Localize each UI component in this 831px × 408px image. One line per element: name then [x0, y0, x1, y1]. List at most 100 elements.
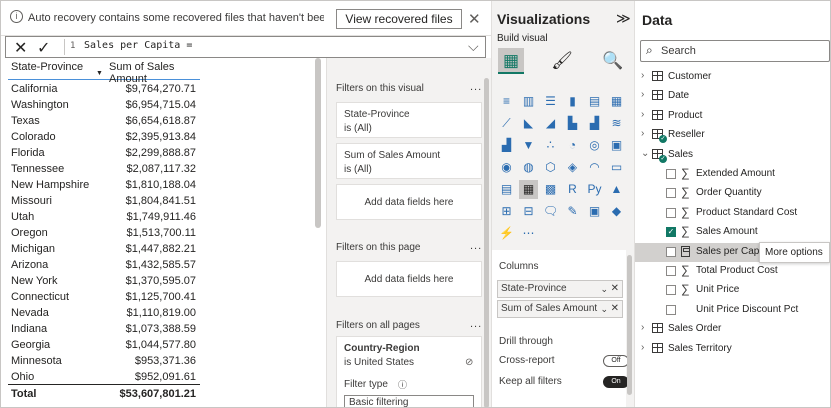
scatter-chart-icon[interactable]: ∴ — [541, 136, 560, 155]
chevron-down-icon[interactable]: ⌄ — [600, 301, 608, 317]
table-visual[interactable]: State-Province Sum of Sales Amount ▼ Cal… — [8, 58, 200, 402]
qa-icon[interactable]: 🗨 — [541, 202, 560, 221]
more-icon[interactable]: ⋯ — [519, 224, 538, 243]
treemap-icon[interactable]: ▣ — [607, 136, 626, 155]
table-row[interactable]: Oregon $1,513,700.11 — [8, 224, 200, 240]
matrix-icon[interactable]: ▩ — [541, 180, 560, 199]
add-data-fields-visual[interactable]: Add data fields here — [336, 184, 482, 220]
field-checkbox[interactable] — [666, 188, 676, 199]
formula-input[interactable]: Sales per Capita = — [84, 40, 192, 51]
table-node-sales[interactable]: ⌄ ✓ Sales — [635, 146, 830, 165]
field-checkbox[interactable] — [666, 285, 676, 296]
remove-field-icon[interactable]: ✕ — [611, 301, 619, 317]
table-row[interactable]: Utah $1,749,911.46 — [8, 208, 200, 224]
table-node-sales-order[interactable]: › Sales Order — [635, 320, 830, 339]
visualizations-scrollbar[interactable] — [627, 255, 632, 395]
format-visual-tab-icon[interactable]: 🖌 — [549, 48, 575, 74]
chevron-right-icon[interactable]: › — [641, 109, 644, 120]
table-row[interactable]: Ohio $952,091.61 — [8, 368, 200, 384]
table-row[interactable]: Florida $2,299,888.87 — [8, 144, 200, 160]
more-options-icon[interactable]: ... — [470, 240, 482, 252]
kpi-icon[interactable]: ▲ — [607, 180, 626, 199]
paginated-report-icon[interactable]: ▣ — [585, 202, 604, 221]
column-header-state[interactable]: State-Province — [11, 61, 83, 73]
field-product-standard-cost[interactable]: ∑ Product Standard Cost — [635, 204, 830, 223]
100-bar-chart-icon[interactable]: ▤ — [585, 92, 604, 111]
chevron-right-icon[interactable]: › — [641, 322, 644, 333]
table-node-reseller[interactable]: › ✓ Reseller — [635, 126, 830, 145]
r-visual-icon[interactable]: R — [563, 180, 582, 199]
field-sales-per-capita[interactable]: Sales per Capita — [635, 242, 770, 262]
python-visual-icon[interactable]: Py — [585, 180, 604, 199]
shape-map-icon[interactable]: ⬡ — [541, 158, 560, 177]
field-checkbox[interactable] — [666, 246, 676, 257]
table-node-sales-territory[interactable]: › Sales Territory — [635, 340, 830, 359]
power-automate-icon[interactable]: ⚡ — [497, 224, 516, 243]
chevron-right-icon[interactable]: › — [641, 70, 644, 81]
filter-type-select[interactable]: Basic filtering — [344, 395, 474, 408]
pie-chart-icon[interactable]: ◔ — [563, 136, 582, 155]
table-row[interactable]: Indiana $1,073,388.59 — [8, 320, 200, 336]
sort-descending-icon[interactable]: ▼ — [96, 70, 103, 77]
ribbon-chart-icon[interactable]: ≋ — [607, 114, 626, 133]
cancel-formula-icon[interactable]: ✕ — [14, 38, 27, 58]
table-scrollbar[interactable] — [315, 58, 321, 228]
smart-narrative-icon[interactable]: ✎ — [563, 202, 582, 221]
well-sum-of-sales[interactable]: Sum of Sales Amount ⌄ ✕ — [497, 300, 623, 318]
well-state-province[interactable]: State-Province ⌄ ✕ — [497, 280, 623, 298]
add-data-fields-page[interactable]: Add data fields here — [336, 261, 482, 297]
more-options-icon[interactable]: ... — [470, 81, 482, 93]
close-icon[interactable]: ✕ — [468, 10, 481, 28]
field-total-product-cost[interactable]: ∑ Total Product Cost — [635, 262, 830, 281]
field-checkbox[interactable] — [666, 207, 676, 218]
map-icon[interactable]: ◉ — [497, 158, 516, 177]
chevron-down-icon[interactable]: ⌄ — [600, 281, 608, 297]
field-checkbox[interactable]: ✓ — [666, 227, 676, 238]
stacked-bar-chart-icon[interactable]: ≡ — [497, 92, 516, 111]
search-input[interactable]: ⌕ Search — [640, 40, 830, 62]
collapse-pane-icon[interactable]: ≫ — [616, 10, 631, 27]
chevron-down-icon[interactable]: ⌄ — [641, 148, 649, 159]
line-chart-icon[interactable]: ⟋ — [497, 114, 516, 133]
table-node-product[interactable]: › Product — [635, 107, 830, 126]
table-row[interactable]: Nevada $1,110,819.00 — [8, 304, 200, 320]
table-row[interactable]: New Hampshire $1,810,188.04 — [8, 176, 200, 192]
clustered-bar-chart-icon[interactable]: ☰ — [541, 92, 560, 111]
more-options-icon[interactable]: ... — [470, 318, 482, 330]
remove-field-icon[interactable]: ✕ — [611, 281, 619, 297]
analytics-tab-icon[interactable]: 🔍 — [600, 48, 626, 74]
card-icon[interactable]: ▭ — [607, 158, 626, 177]
table-row[interactable]: Texas $6,654,618.87 — [8, 112, 200, 128]
table-row[interactable]: Georgia $1,044,577.80 — [8, 336, 200, 352]
field-checkbox[interactable] — [666, 169, 676, 179]
key-influencers-icon[interactable]: ⊞ — [497, 202, 516, 221]
area-chart-icon[interactable]: ◣ — [519, 114, 538, 133]
azure-map-icon[interactable]: ◈ — [563, 158, 582, 177]
table-row[interactable]: New York $1,370,595.07 — [8, 272, 200, 288]
chevron-down-icon[interactable]: ⌵ — [468, 38, 479, 55]
multirow-card-icon[interactable]: ▤ — [497, 180, 516, 199]
table-row[interactable]: Missouri $1,804,841.51 — [8, 192, 200, 208]
decomposition-tree-icon[interactable]: ⊟ — [519, 202, 538, 221]
build-visual-tab-icon[interactable]: ▦ — [498, 48, 524, 74]
field-sales-amount[interactable]: ✓ ∑ Sales Amount — [635, 223, 830, 242]
table-row[interactable]: Washington $6,954,715.04 — [8, 96, 200, 112]
field-checkbox[interactable] — [666, 304, 676, 315]
chevron-right-icon[interactable]: › — [641, 342, 644, 353]
table-row[interactable]: Connecticut $1,125,700.41 — [8, 288, 200, 304]
gauge-icon[interactable]: ◠ — [585, 158, 604, 177]
field-unit-price-discount-pct[interactable]: Unit Price Discount Pct — [635, 301, 830, 320]
chevron-right-icon[interactable]: › — [641, 128, 644, 139]
filter-card-state[interactable]: State-Province is (All) — [336, 102, 482, 138]
field-unit-price[interactable]: ∑ Unit Price — [635, 281, 830, 300]
line-column-chart-icon[interactable]: ▙ — [563, 114, 582, 133]
100-column-chart-icon[interactable]: ▦ — [607, 92, 626, 111]
line-clustered-column-chart-icon[interactable]: ▟ — [585, 114, 604, 133]
table-icon[interactable]: ▦ — [519, 180, 538, 199]
table-row[interactable]: Minnesota $953,371.36 — [8, 352, 200, 368]
chevron-right-icon[interactable]: › — [641, 89, 644, 100]
field-extended-amount[interactable]: ∑ Extended Amount — [635, 165, 830, 184]
stacked-column-chart-icon[interactable]: ▥ — [519, 92, 538, 111]
clustered-column-chart-icon[interactable]: ▮ — [563, 92, 582, 111]
cross-report-toggle[interactable]: Off — [603, 355, 629, 367]
